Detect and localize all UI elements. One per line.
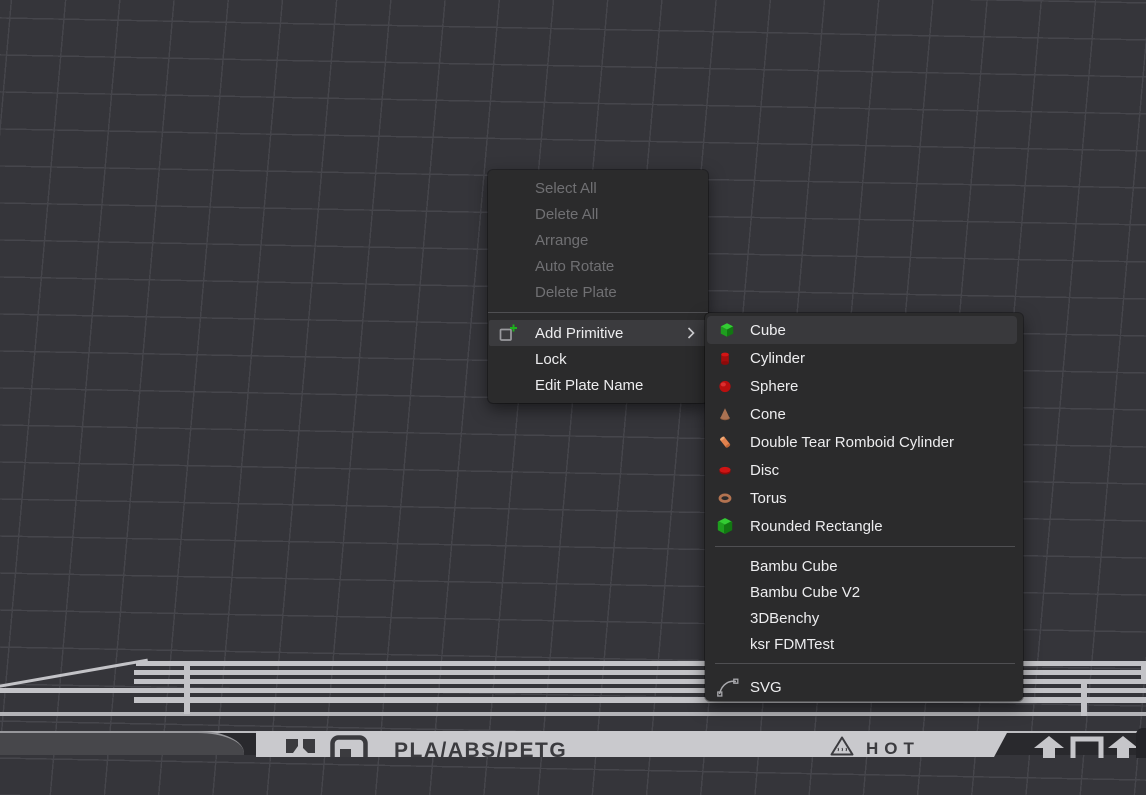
cone-icon — [717, 406, 733, 422]
submenu-item-label: Torus — [750, 490, 787, 507]
plate-corner-block — [1136, 728, 1146, 758]
menu-item-add-primitive[interactable]: Add Primitive — [489, 320, 707, 346]
submenu-item-label: Cone — [750, 406, 786, 423]
submenu-item-double-tear-romboid-cylinder[interactable]: Double Tear Romboid Cylinder — [705, 428, 1023, 456]
submenu-item-cone[interactable]: Cone — [705, 400, 1023, 428]
plate-edge-connector — [1081, 679, 1087, 716]
add-primitive-submenu: Cube Cylinder Sphere Cone — [705, 313, 1023, 701]
menu-item-lock[interactable]: Lock — [488, 346, 708, 372]
submenu-item-label: Sphere — [750, 378, 798, 395]
submenu-separator — [715, 663, 1015, 664]
menu-item-label: Edit Plate Name — [535, 377, 643, 394]
menu-item-edit-plate-name[interactable]: Edit Plate Name — [488, 372, 708, 398]
submenu-item-label: Disc — [750, 462, 779, 479]
submenu-item-cylinder[interactable]: Cylinder — [705, 344, 1023, 372]
disc-icon — [717, 462, 733, 478]
menu-item-label: Arrange — [535, 232, 588, 249]
menu-item-auto-rotate: Auto Rotate — [488, 253, 708, 279]
sphere-icon — [717, 378, 733, 394]
hot-warning-text: HOT — [866, 739, 920, 759]
submenu-item-sphere[interactable]: Sphere — [705, 372, 1023, 400]
submenu-item-label: Cylinder — [750, 350, 805, 367]
rounded-rectangle-icon — [717, 518, 733, 534]
plate-front-tab — [0, 731, 244, 755]
submenu-item-rounded-rectangle[interactable]: Rounded Rectangle — [705, 512, 1023, 540]
submenu-item-label: Double Tear Romboid Cylinder — [750, 434, 954, 451]
chevron-right-icon — [687, 327, 695, 339]
submenu-item-label: Bambu Cube — [750, 558, 838, 575]
submenu-item-ksr-fdmtest[interactable]: ksr FDMTest — [705, 631, 1023, 657]
menu-item-label: Delete All — [535, 206, 598, 223]
menu-item-label: Lock — [535, 351, 567, 368]
plate-edge-connector — [184, 661, 190, 714]
cylinder-icon — [717, 350, 733, 366]
submenu-item-bambu-cube[interactable]: Bambu Cube — [705, 553, 1023, 579]
submenu-item-label: Cube — [750, 322, 786, 339]
submenu-item-label: 3DBenchy — [750, 610, 819, 627]
torus-icon — [717, 490, 733, 506]
submenu-item-label: ksr FDMTest — [750, 636, 834, 653]
menu-item-delete-all: Delete All — [488, 201, 708, 227]
double-tear-romboid-cylinder-icon — [717, 434, 733, 450]
plate-edge-line — [0, 712, 1146, 716]
arrow-up-icon — [1106, 736, 1140, 763]
plate-label-strip: PLA/ABS/PETG HOT — [256, 731, 1008, 757]
menu-separator — [488, 312, 708, 313]
context-menu: Select All Delete All Arrange Auto Rotat… — [488, 170, 708, 403]
submenu-item-bambu-cube-v2[interactable]: Bambu Cube V2 — [705, 579, 1023, 605]
submenu-item-cube[interactable]: Cube — [707, 316, 1017, 344]
submenu-item-svg[interactable]: SVG — [705, 670, 1023, 704]
plate-edge-mark — [1141, 662, 1146, 679]
menu-item-delete-plate: Delete Plate — [488, 279, 708, 305]
menu-item-label: Auto Rotate — [535, 258, 614, 275]
submenu-item-label: Rounded Rectangle — [750, 518, 883, 535]
submenu-item-label: SVG — [750, 679, 782, 696]
add-primitive-icon — [498, 323, 518, 343]
submenu-item-disc[interactable]: Disc — [705, 456, 1023, 484]
menu-item-label: Select All — [535, 180, 597, 197]
cube-icon — [719, 322, 735, 338]
bezier-curve-icon — [717, 676, 739, 698]
submenu-item-label: Bambu Cube V2 — [750, 584, 860, 601]
arrow-up-icon — [1032, 736, 1066, 763]
submenu-item-3dbenchy[interactable]: 3DBenchy — [705, 605, 1023, 631]
menu-item-label: Add Primitive — [535, 325, 623, 342]
menu-item-select-all: Select All — [488, 175, 708, 201]
menu-item-label: Delete Plate — [535, 284, 617, 301]
menu-item-arrange: Arrange — [488, 227, 708, 253]
submenu-separator — [715, 546, 1015, 547]
submenu-item-torus[interactable]: Torus — [705, 484, 1023, 512]
plate-outline-icon — [1070, 736, 1104, 763]
